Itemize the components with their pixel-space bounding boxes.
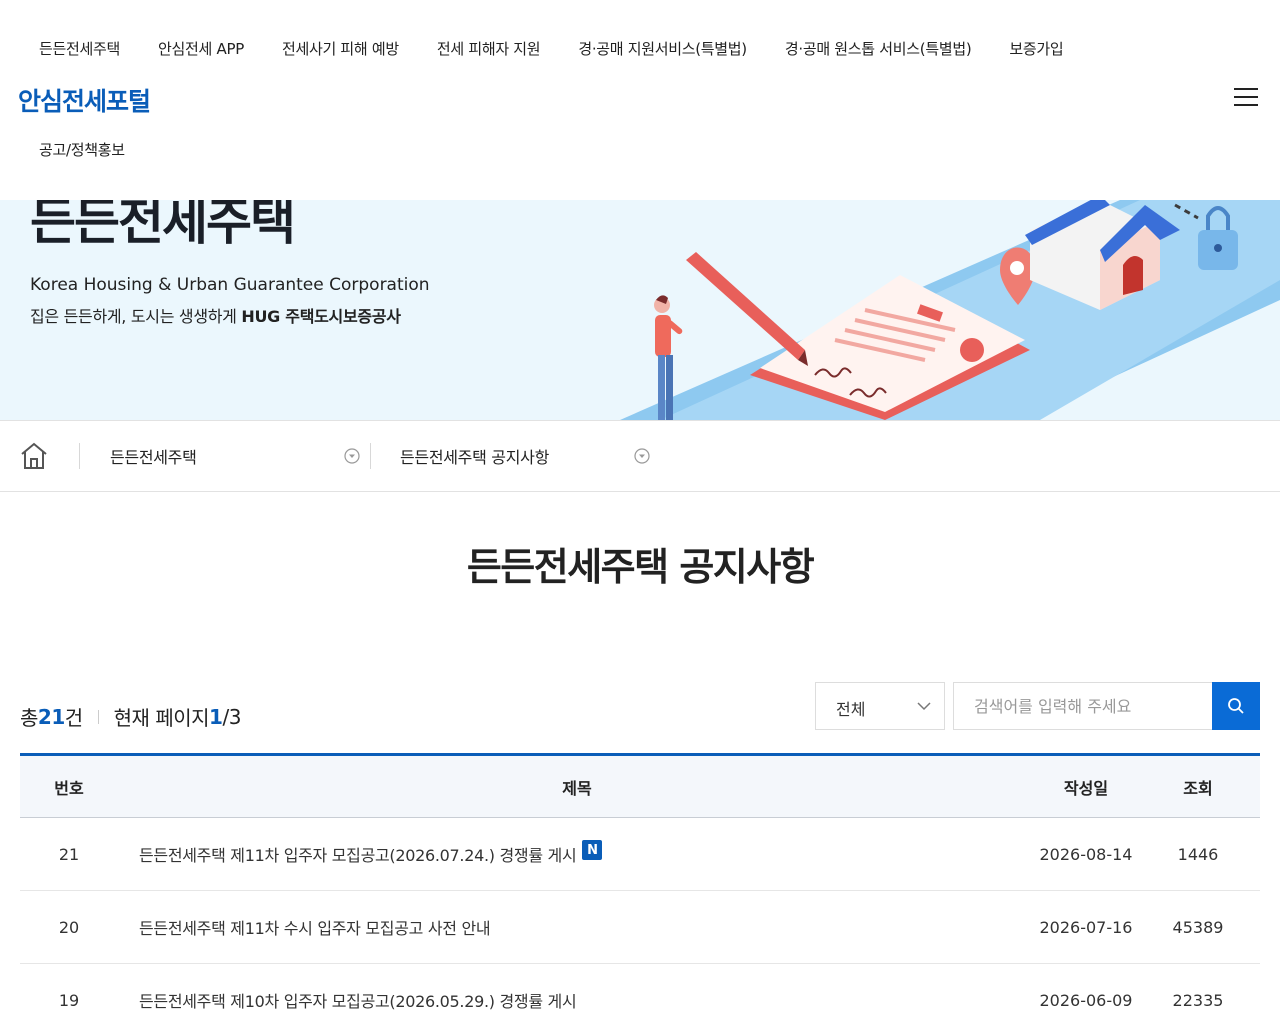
table-row[interactable]: 21 든든전세주택 제11차 입주자 모집공고(2026.07.24.) 경쟁률… bbox=[20, 818, 1260, 891]
row-views: 1446 bbox=[1177, 844, 1219, 864]
row-date: 2026-06-09 bbox=[1039, 990, 1133, 1010]
menu-item-auction-onestop[interactable]: 경·공매 원스톱 서비스(특별법) bbox=[766, 38, 991, 59]
summary-divider bbox=[97, 709, 99, 724]
menu-item-guarantee[interactable]: 보증가입 bbox=[990, 38, 1082, 59]
current-page: 1 bbox=[209, 704, 223, 729]
site-logo[interactable]: 안심전세포털 bbox=[18, 82, 151, 118]
row-title-link[interactable]: 든든전세주택 제11차 입주자 모집공고(2026.07.24.) 경쟁률 게시 bbox=[139, 842, 577, 866]
menu-item-auction-support[interactable]: 경·공매 지원서비스(특별법) bbox=[559, 38, 766, 59]
result-summary: 총 21 건 현재 페이지 1/3 bbox=[20, 704, 242, 731]
menu-item-victim-support[interactable]: 전세 피해자 지원 bbox=[418, 38, 559, 59]
hamburger-icon[interactable] bbox=[1234, 88, 1258, 108]
hero-subtitle-en: Korea Housing & Urban Guarantee Corporat… bbox=[30, 275, 430, 295]
row-title-cell: 든든전세주택 제11차 수시 입주자 모집공고 사전 안내 bbox=[118, 915, 1036, 939]
row-title-cell: 든든전세주택 제10차 입주자 모집공고(2026.05.29.) 경쟁률 게시 bbox=[118, 988, 1036, 1012]
header-date: 작성일 bbox=[1063, 778, 1109, 798]
table-header: 번호 제목 작성일 조회 bbox=[20, 756, 1260, 818]
header-title: 제목 bbox=[562, 778, 592, 798]
search-icon bbox=[1228, 698, 1244, 714]
hero-banner: 든든전세주택 Korea Housing & Urban Guarantee C… bbox=[0, 200, 1280, 420]
main-menu: 든든전세주택 안심전세 APP 전세사기 피해 예방 전세 피해자 지원 경·공… bbox=[20, 38, 1082, 59]
submenu-notice-policy[interactable]: 공고/정책홍보 bbox=[39, 139, 125, 160]
page-title: 든든전세주택 공지사항 bbox=[466, 545, 815, 589]
breadcrumb: 든든전세주택 든든전세주택 공지사항 bbox=[0, 420, 1280, 492]
notice-table: 번호 제목 작성일 조회 21 든든전세주택 제11차 입주자 모집공고(202… bbox=[20, 753, 1260, 1024]
chevron-down-icon bbox=[344, 448, 360, 464]
search-scope-value: 전체 bbox=[836, 700, 866, 719]
row-title-link[interactable]: 든든전세주택 제11차 수시 입주자 모집공고 사전 안내 bbox=[139, 915, 491, 939]
breadcrumb-level2-label: 든든전세주택 공지사항 bbox=[400, 448, 549, 467]
table-row[interactable]: 19 든든전세주택 제10차 입주자 모집공고(2026.05.29.) 경쟁률… bbox=[20, 964, 1260, 1024]
row-date: 2026-07-16 bbox=[1039, 917, 1133, 937]
header-views: 조회 bbox=[1183, 778, 1213, 798]
breadcrumb-level1-label: 든든전세주택 bbox=[110, 448, 197, 467]
row-title-link[interactable]: 든든전세주택 제10차 입주자 모집공고(2026.05.29.) 경쟁률 게시 bbox=[139, 988, 577, 1012]
search-scope-select[interactable]: 전체 bbox=[815, 682, 945, 730]
row-no: 21 bbox=[58, 844, 80, 864]
menu-item-dundeun[interactable]: 든든전세주택 bbox=[20, 38, 139, 59]
row-date: 2026-08-14 bbox=[1039, 844, 1133, 864]
breadcrumb-level2-dropdown[interactable]: 든든전세주택 공지사항 bbox=[400, 421, 660, 491]
menu-item-fraud-prevention[interactable]: 전세사기 피해 예방 bbox=[263, 38, 418, 59]
chevron-down-icon bbox=[917, 702, 931, 711]
search-button[interactable] bbox=[1212, 682, 1260, 730]
header-no: 번호 bbox=[54, 778, 84, 798]
row-views: 45389 bbox=[1172, 917, 1224, 937]
table-row[interactable]: 20 든든전세주택 제11차 수시 입주자 모집공고 사전 안내 2026-07… bbox=[20, 891, 1260, 964]
hero-illustration bbox=[620, 200, 1280, 420]
total-count: 21 bbox=[37, 704, 65, 729]
chevron-down-icon bbox=[634, 448, 650, 464]
top-header: 든든전세주택 안심전세 APP 전세사기 피해 예방 전세 피해자 지원 경·공… bbox=[0, 0, 1280, 200]
menu-item-app[interactable]: 안심전세 APP bbox=[139, 38, 263, 59]
search-input[interactable] bbox=[953, 682, 1213, 730]
hero-subtitle-ko: 집은 든든하게, 도시는 생생하게 HUG 주택도시보증공사 bbox=[30, 307, 401, 326]
breadcrumb-divider bbox=[79, 443, 80, 469]
row-title-cell: 든든전세주택 제11차 입주자 모집공고(2026.07.24.) 경쟁률 게시… bbox=[118, 840, 1036, 866]
row-views: 22335 bbox=[1172, 990, 1224, 1010]
new-badge: N bbox=[582, 840, 603, 860]
hero-title: 든든전세주택 bbox=[30, 200, 296, 251]
row-no: 20 bbox=[58, 917, 80, 937]
total-pages: 3 bbox=[228, 704, 242, 729]
breadcrumb-divider bbox=[370, 443, 371, 469]
breadcrumb-level1-dropdown[interactable]: 든든전세주택 bbox=[110, 421, 370, 491]
row-no: 19 bbox=[58, 990, 80, 1010]
home-icon[interactable] bbox=[18, 440, 50, 472]
